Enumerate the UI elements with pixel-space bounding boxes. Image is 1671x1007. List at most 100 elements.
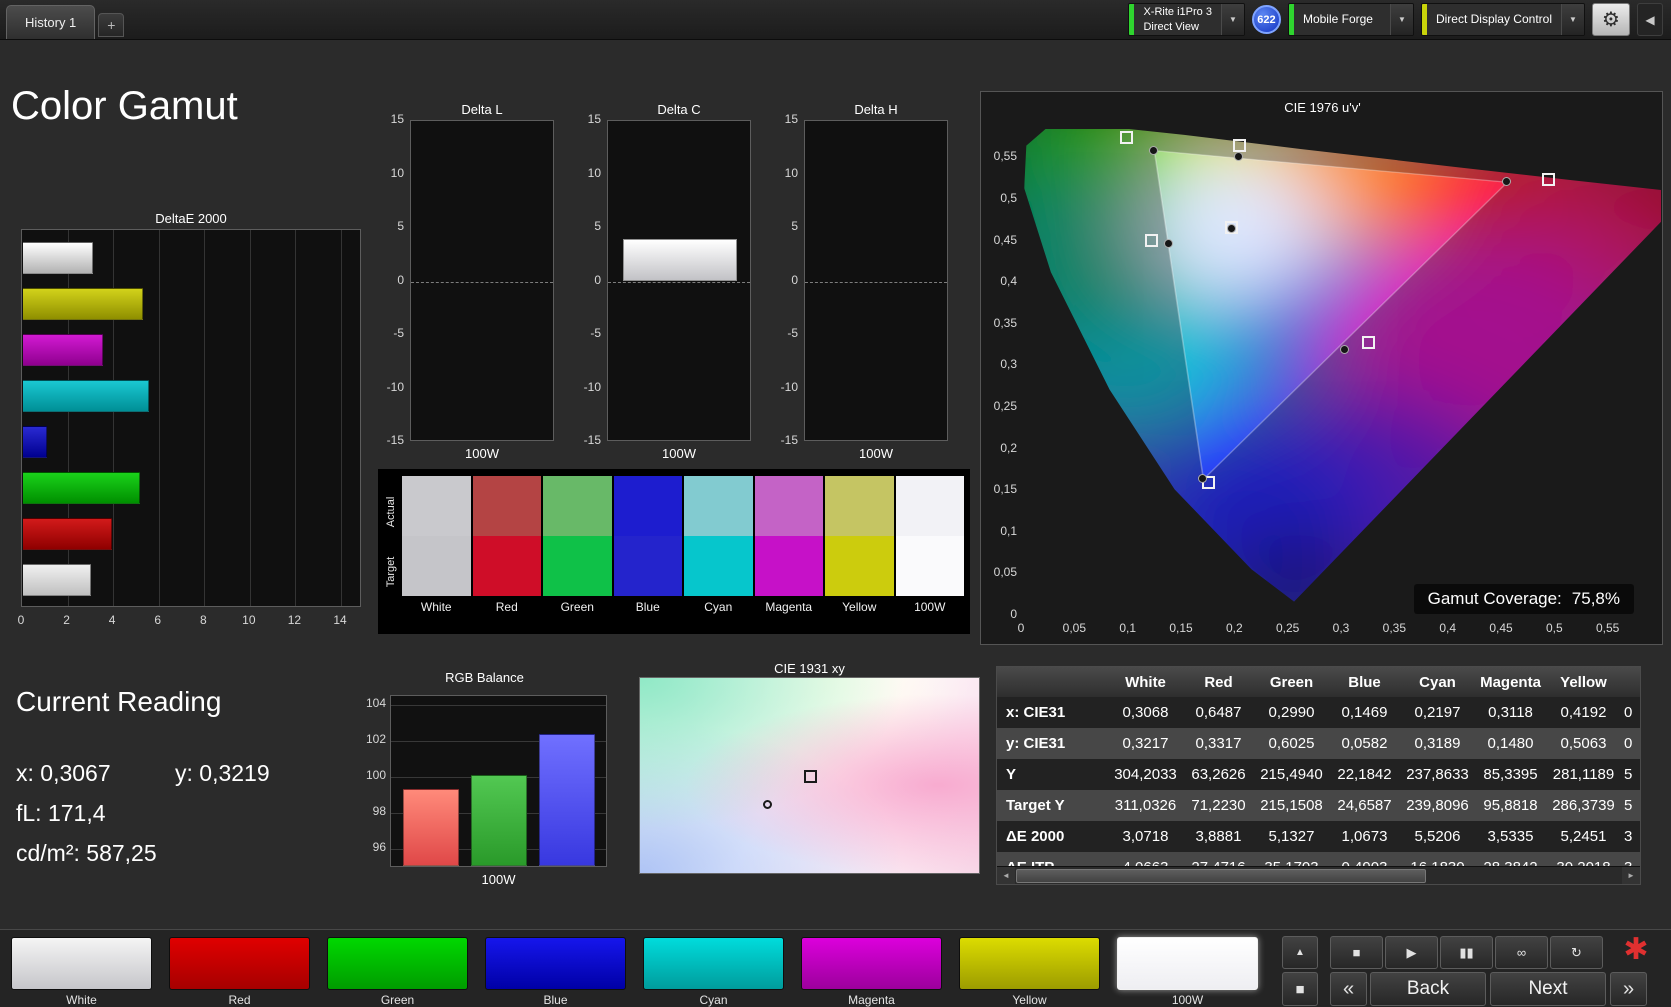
color-patch-button-white[interactable] [11, 937, 152, 990]
meter-name: X-Rite i1Pro 3 Direct View [1134, 4, 1220, 35]
pause-button[interactable]: ▮▮ [1440, 936, 1493, 969]
axis-tick-label: 0,35 [993, 315, 1017, 330]
gridline [341, 230, 342, 606]
color-patch-button-cyan[interactable] [643, 937, 784, 990]
color-patch-button-100w[interactable] [1117, 937, 1258, 990]
row-label: y: CIE31 [1006, 735, 1066, 752]
axis-tick-label: -5 [393, 326, 404, 340]
color-patch-label: White [66, 993, 97, 1007]
scroll-right-arrow[interactable]: ► [1622, 866, 1640, 884]
axis-tick-label: 104 [365, 696, 386, 710]
top-bar-controls: X-Rite i1Pro 3 Direct View ▼ 622 Mobile … [1128, 3, 1671, 39]
axis-tick-label: 10 [587, 165, 601, 180]
table-cell: 0,6487 [1195, 704, 1242, 721]
up-icon: ▲ [1295, 947, 1305, 958]
infinite-button[interactable]: ∞ [1495, 936, 1548, 969]
tab-label: History 1 [25, 15, 77, 30]
table-cell: 3,8881 [1195, 828, 1242, 845]
color-patch-button-magenta[interactable] [801, 937, 942, 990]
color-patch-button-blue[interactable] [485, 937, 626, 990]
next-label: Next [1528, 978, 1568, 999]
gamut-coverage-label: Gamut Coverage: [1427, 589, 1562, 608]
row-label: x: CIE31 [1006, 704, 1066, 721]
rgb-balance-chart [390, 695, 607, 867]
cie1976-markers [1021, 129, 1661, 615]
table-cell: 0,2990 [1268, 704, 1315, 721]
plus-icon: + [107, 17, 116, 33]
repeat-button[interactable]: ↻ [1550, 936, 1603, 969]
page-title: Color Gamut [11, 84, 238, 128]
source-dropdown-button[interactable]: ▼ [1389, 4, 1413, 35]
up-button[interactable]: ▲ [1282, 936, 1318, 969]
next-chevron-button[interactable]: » [1610, 972, 1647, 1006]
target-swatch-magenta [754, 536, 823, 596]
display-control-selector[interactable]: Direct Display Control ▼ [1420, 3, 1585, 36]
column-header: Magenta [1480, 673, 1541, 691]
axis-tick-label: 0 [1010, 607, 1017, 621]
settings-button[interactable]: ⚙ [1592, 3, 1630, 36]
column-header: White [1125, 673, 1166, 691]
back-chevron-button[interactable]: « [1330, 972, 1367, 1006]
stop-button[interactable]: ■ [1330, 936, 1383, 969]
rgb-bar-blue [539, 733, 595, 866]
axis-tick-label: 15 [587, 112, 601, 126]
axis-tick-label: 0 [1017, 621, 1025, 635]
measured-marker [1233, 152, 1243, 162]
current-reading-fl: fL: 171,4 [16, 800, 106, 826]
color-patch-label: Yellow [1012, 993, 1047, 1007]
zero-line [805, 281, 947, 283]
table-cell: 5 [1624, 797, 1633, 814]
back-button[interactable]: Back [1370, 972, 1486, 1006]
swatch-column: Green [543, 476, 612, 630]
color-patch-button-red[interactable] [169, 937, 310, 990]
gamut-coverage-value: 75,8% [1571, 589, 1620, 608]
stop-all-button[interactable]: ■ [1282, 972, 1318, 1006]
axis-tick-label: 15 [784, 112, 798, 126]
meter-selector[interactable]: X-Rite i1Pro 3 Direct View ▼ [1128, 3, 1245, 36]
axis-tick-label: -10 [780, 379, 798, 394]
axis-tick-label: -5 [590, 326, 601, 340]
deltae-bar-blue [23, 426, 48, 458]
rgb-balance-title: RGB Balance [445, 670, 524, 685]
display-dropdown-button[interactable]: ▼ [1561, 4, 1584, 35]
axis-tick-label: 0,1 [1000, 523, 1017, 538]
table-cell: 0,3068 [1122, 704, 1169, 721]
horizontal-scrollbar[interactable]: ◄ ► [997, 866, 1640, 884]
color-patch-button-yellow[interactable] [959, 937, 1100, 990]
scroll-left-arrow[interactable]: ◄ [997, 866, 1015, 884]
color-patch-button-green[interactable] [327, 937, 468, 990]
top-bar: History 1 + X-Rite i1Pro 3 Direct View ▼… [0, 0, 1671, 40]
target-marker [1232, 139, 1246, 153]
chevron-down-icon: ▼ [1228, 15, 1237, 24]
table-cell: 237,8633 [1406, 766, 1469, 783]
column-header: Red [1204, 673, 1233, 691]
axis-tick-label: 6 [154, 613, 162, 627]
axis-tick-label: 0,2 [1000, 440, 1017, 455]
source-selector[interactable]: Mobile Forge ▼ [1287, 3, 1414, 36]
table-cell: 215,1508 [1260, 797, 1323, 814]
scrollbar-thumb[interactable] [1016, 869, 1426, 883]
meter-dropdown-button[interactable]: ▼ [1220, 4, 1244, 35]
app-window: History 1 + X-Rite i1Pro 3 Direct View ▼… [0, 0, 1671, 1007]
target-marker [1145, 233, 1159, 247]
table-header-row: White Red Green Blue Cyan Magenta Yellow [997, 667, 1640, 697]
play-button[interactable]: ▶ [1385, 936, 1438, 969]
tab-history-1[interactable]: History 1 [6, 5, 96, 39]
axis-tick-label: 0,15 [1169, 621, 1193, 635]
measurement-table: White Red Green Blue Cyan Magenta Yellow x: CIE… [996, 666, 1641, 885]
target-marker [1542, 172, 1556, 186]
collapse-panel-button[interactable]: ◀ [1637, 3, 1663, 36]
color-patch-label: Cyan [699, 993, 728, 1007]
axis-tick-label: 0,3 [1332, 621, 1350, 635]
axis-tick-label: 0,2 [1225, 621, 1243, 635]
color-patch-label: 100W [1171, 993, 1204, 1007]
table-cell: 0 [1624, 735, 1633, 752]
next-button[interactable]: Next [1490, 972, 1606, 1006]
table-cell: 3 [1624, 828, 1633, 845]
delta-chart-title: Delta H [854, 102, 898, 117]
axis-tick-label: 0,05 [1062, 621, 1086, 635]
table-cell: 1,0673 [1341, 828, 1388, 845]
add-tab-button[interactable]: + [98, 13, 125, 37]
table-cell: 0,0582 [1341, 735, 1388, 752]
swatch-label: Yellow [842, 600, 877, 614]
